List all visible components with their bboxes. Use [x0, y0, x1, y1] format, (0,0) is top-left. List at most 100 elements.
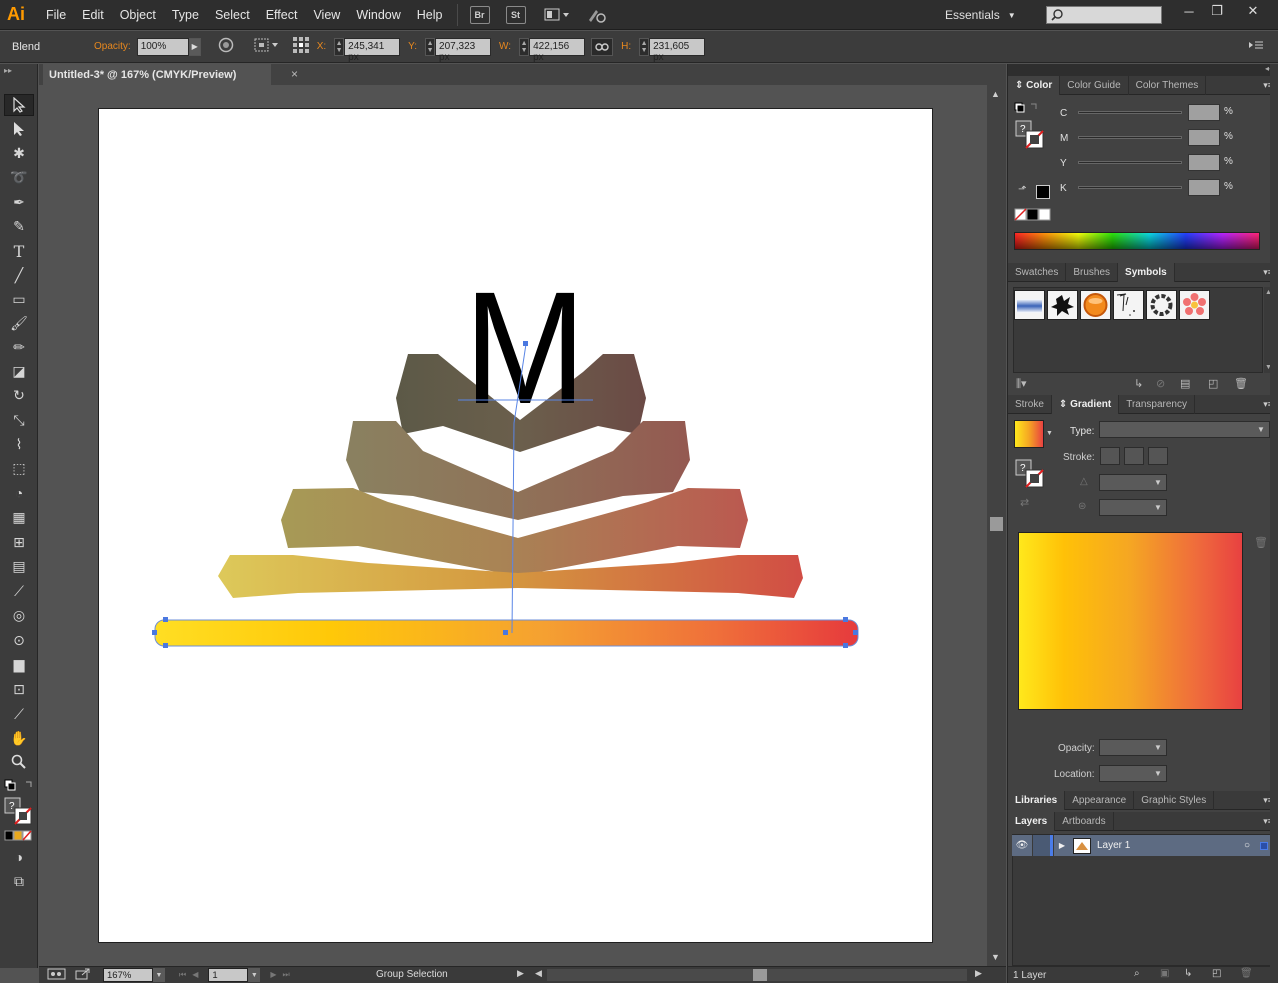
eye-icon[interactable]: 👁: [1012, 840, 1032, 851]
help-search-input[interactable]: [1046, 6, 1162, 24]
reference-point-icon[interactable]: [291, 35, 311, 58]
scroll-up-icon[interactable]: ▲: [991, 89, 1000, 99]
symbol-sprayer-tool-icon[interactable]: ⊙: [4, 629, 34, 651]
tab-artboards[interactable]: Artboards: [1055, 811, 1114, 831]
bridge-button[interactable]: Br: [469, 5, 490, 24]
eraser-tool-icon[interactable]: ◪: [4, 360, 34, 382]
pen-tool-icon[interactable]: ✒: [4, 191, 34, 213]
magic-wand-tool-icon[interactable]: ✱: [4, 142, 34, 164]
gradient-location-select[interactable]: ▼: [1099, 765, 1167, 782]
symbol-ink-splat[interactable]: [1047, 290, 1078, 320]
w-input[interactable]: 422,156 px: [529, 37, 586, 63]
scroll-right-icon[interactable]: ▶: [975, 968, 982, 979]
menu-select[interactable]: Select: [207, 0, 258, 30]
lasso-tool-icon[interactable]: ➰: [4, 166, 34, 188]
symbol-grunge-brush[interactable]: [1113, 290, 1144, 320]
hand-tool-icon[interactable]: ✋: [4, 727, 34, 749]
new-sublayer-icon[interactable]: ↳: [1184, 968, 1192, 979]
column-graph-tool-icon[interactable]: ▆: [4, 653, 34, 675]
rotate-tool-icon[interactable]: ↻: [4, 384, 34, 406]
menu-file[interactable]: File: [38, 0, 74, 30]
selection-tool-icon[interactable]: [4, 94, 34, 116]
tab-libraries[interactable]: Libraries: [1008, 790, 1066, 810]
mesh-tool-icon[interactable]: ⊞: [4, 531, 34, 553]
tab-transparency[interactable]: Transparency: [1119, 394, 1195, 414]
constrain-proportions-icon[interactable]: [591, 37, 614, 56]
document-tab[interactable]: Untitled-3* @ 167% (CMYK/Preview): [43, 64, 271, 85]
h-stepper[interactable]: ▲ ▼: [639, 37, 650, 56]
type-tool-icon[interactable]: T: [4, 240, 34, 262]
shape-builder-tool-icon[interactable]: ◔: [4, 482, 34, 504]
scroll-down-icon[interactable]: ▼: [991, 952, 1000, 962]
color-fill-stroke-icon[interactable]: ?: [1014, 119, 1046, 154]
stroke-across-button[interactable]: [1148, 447, 1168, 465]
x-input[interactable]: 245,341 px: [344, 37, 401, 63]
menu-help[interactable]: Help: [409, 0, 451, 30]
gradient-aspect-select[interactable]: ▼: [1099, 499, 1167, 516]
eyedropper-tool-icon[interactable]: ⟋: [4, 580, 34, 602]
collapse-tools-icon[interactable]: ▸▸: [4, 66, 12, 75]
x-stepper[interactable]: ▲ ▼: [334, 37, 345, 56]
menu-view[interactable]: View: [305, 0, 348, 30]
yellow-slider[interactable]: [1078, 161, 1182, 164]
make-clipping-mask-icon[interactable]: ▣: [1160, 968, 1169, 979]
artboard-number-input[interactable]: 1: [208, 968, 249, 982]
stock-button[interactable]: St: [505, 5, 526, 24]
symbol-libraries-icon[interactable]: ⫼▾: [1016, 377, 1027, 391]
minimize-button[interactable]: ─: [1174, 1, 1204, 21]
opacity-input[interactable]: 100%: [136, 37, 189, 56]
slice-tool-icon[interactable]: ⟋: [4, 703, 34, 725]
align-to-selection-icon[interactable]: [253, 36, 281, 57]
perspective-grid-tool-icon[interactable]: ▦: [4, 506, 34, 528]
cyan-value-input[interactable]: [1188, 104, 1220, 121]
tab-layers[interactable]: Layers: [1008, 811, 1056, 831]
share-icon[interactable]: [75, 968, 97, 983]
expand-layer-icon[interactable]: ▶: [1053, 841, 1071, 850]
color-spectrum-bar[interactable]: [1014, 232, 1260, 250]
locate-object-icon[interactable]: ⌕: [1134, 968, 1140, 979]
delete-stop-icon[interactable]: 🗑: [1254, 536, 1268, 549]
reverse-gradient-icon[interactable]: ⇄: [1020, 496, 1029, 509]
menu-edit[interactable]: Edit: [74, 0, 112, 30]
menu-type[interactable]: Type: [164, 0, 207, 30]
close-document-icon[interactable]: ×: [291, 67, 298, 81]
symbol-ring[interactable]: [1146, 290, 1177, 320]
gradient-type-select[interactable]: ▼: [1099, 421, 1270, 438]
color-mode-icon[interactable]: [4, 830, 34, 845]
horizontal-scroll-thumb[interactable]: [753, 969, 767, 981]
arrange-documents-icon[interactable]: [544, 6, 572, 24]
artboard-dropdown-icon[interactable]: ▼: [248, 968, 261, 982]
vertical-scrollbar[interactable]: ▲ ▼: [987, 85, 1006, 966]
layer-row[interactable]: 👁 ▶ Layer 1 ○: [1012, 835, 1276, 856]
tab-appearance[interactable]: Appearance: [1065, 790, 1135, 810]
tab-stroke[interactable]: Stroke: [1008, 394, 1052, 414]
tab-brushes[interactable]: Brushes: [1066, 262, 1119, 282]
y-input[interactable]: 207,323 px: [435, 37, 492, 63]
status-tool-label[interactable]: Group Selection: [376, 969, 448, 980]
y-stepper[interactable]: ▲ ▼: [425, 37, 436, 56]
width-tool-icon[interactable]: ⌇: [4, 433, 34, 455]
magenta-value-input[interactable]: [1188, 129, 1220, 146]
paintbrush-tool-icon[interactable]: 🖌: [4, 312, 34, 334]
out-of-gamut-icon[interactable]: ⬏: [1018, 184, 1026, 195]
line-segment-tool-icon[interactable]: ╱: [4, 264, 34, 286]
recolor-artwork-icon[interactable]: [217, 36, 235, 57]
cyan-slider[interactable]: [1078, 111, 1182, 114]
symbol-blue-bar[interactable]: [1014, 290, 1045, 320]
place-symbol-icon[interactable]: ↳: [1134, 377, 1143, 390]
tab-gradient[interactable]: ⇕ Gradient: [1051, 394, 1120, 414]
next-last-artboard-icon[interactable]: ▶⏭: [270, 970, 295, 980]
canvas-area[interactable]: M: [39, 85, 987, 966]
stroke-within-button[interactable]: [1100, 447, 1120, 465]
gradient-opacity-select[interactable]: ▼: [1099, 739, 1167, 756]
scale-tool-icon[interactable]: ⤡: [4, 409, 34, 431]
artboard-tool-icon[interactable]: ⊡: [4, 678, 34, 700]
artwork[interactable]: M: [98, 108, 933, 943]
symbol-options-icon[interactable]: ▤: [1180, 377, 1190, 390]
gradient-slider-preview[interactable]: [1018, 532, 1243, 710]
tab-symbols[interactable]: Symbols: [1118, 262, 1175, 282]
gradient-tool-icon[interactable]: ▤: [4, 555, 34, 577]
delete-symbol-icon[interactable]: 🗑: [1234, 377, 1248, 390]
stroke-along-button[interactable]: [1124, 447, 1144, 465]
drawing-modes-icon[interactable]: ◑: [4, 846, 34, 868]
